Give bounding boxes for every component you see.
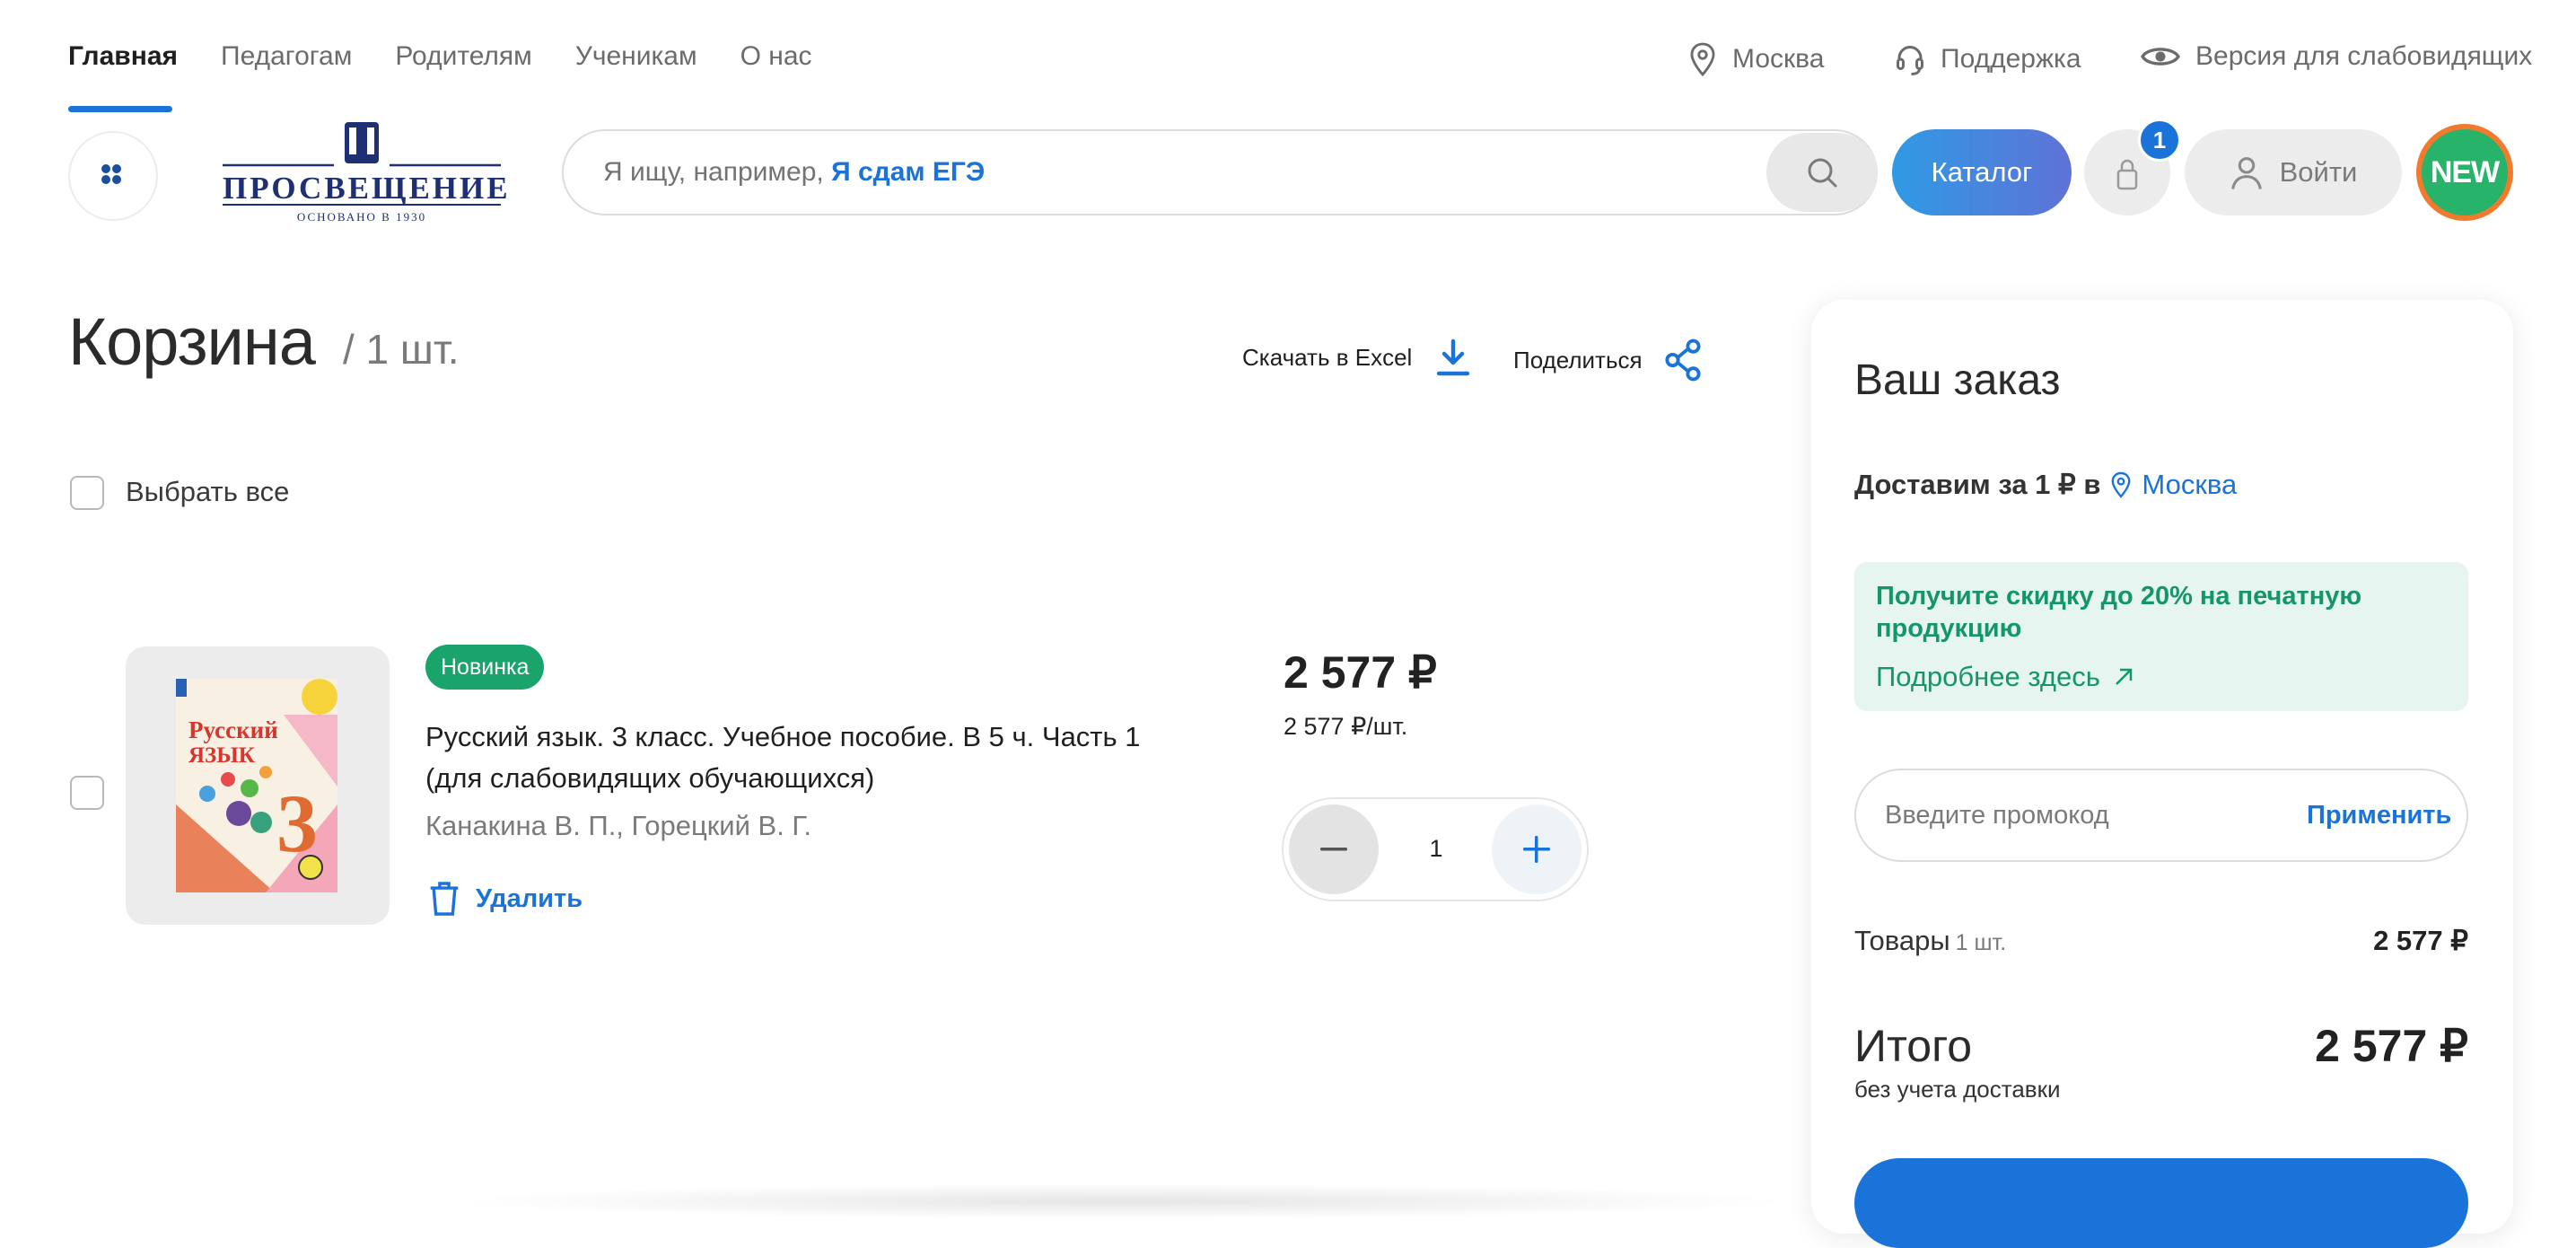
new-badge-button[interactable]: NEW	[2422, 129, 2508, 215]
download-excel-label: Скачать в Excel	[1242, 343, 1413, 371]
goods-value: 2 577 ₽	[2373, 925, 2468, 956]
search-placeholder: Я ищу, например, Я сдам ЕГЭ	[603, 157, 985, 188]
arrow-up-right-icon	[2116, 668, 2133, 685]
product-authors: Канакина В. П., Горецкий В. Г.	[425, 810, 812, 841]
headset-icon	[1897, 46, 1923, 75]
nav-home[interactable]: Главная	[68, 41, 178, 72]
increase-quantity-button[interactable]	[1492, 804, 1582, 894]
book-cover: Русский язык 3	[176, 679, 337, 892]
apps-menu-button[interactable]	[68, 131, 158, 221]
delivery-city-link[interactable]: Москва	[2142, 469, 2237, 501]
total-note: без учета доставки	[1854, 1076, 2061, 1103]
apply-promo-button[interactable]: Применить	[2307, 801, 2451, 831]
goods-label: Товары	[1854, 925, 1950, 956]
accessibility-link[interactable]: Версия для слабовидящих	[2140, 41, 2532, 72]
cover-grade: 3	[276, 778, 318, 869]
grid-dots-icon	[101, 164, 121, 184]
eye-icon	[2141, 48, 2180, 66]
catalog-button[interactable]: Каталог	[1892, 129, 2072, 215]
goods-line: Товары 1 шт.	[1854, 925, 2006, 957]
product-checkbox[interactable]	[70, 776, 104, 810]
delete-button[interactable]: Удалить	[429, 880, 583, 918]
search-placeholder-text: Я ищу, например,	[603, 157, 824, 187]
discount-details-link[interactable]: Подробнее здесь	[1876, 661, 2134, 693]
nav-students[interactable]: Ученикам	[575, 41, 697, 72]
nav-about[interactable]: О нас	[740, 41, 812, 72]
total-label: Итого	[1854, 1021, 1973, 1071]
city-label: Москва	[1732, 44, 1825, 74]
plus-icon	[1523, 836, 1550, 863]
support-link[interactable]: Поддержка	[1894, 41, 2081, 77]
delivery-info: Доставим за 1 ₽ в Москва	[1854, 469, 2237, 501]
select-all-label: Выбрать все	[126, 476, 290, 507]
cart-item-count: / 1 шт.	[343, 326, 460, 373]
download-icon	[1437, 338, 1470, 376]
bottom-shadow	[449, 1183, 1795, 1219]
user-icon	[2230, 157, 2262, 189]
select-all-checkbox[interactable]	[70, 476, 104, 510]
minus-icon	[1320, 848, 1347, 851]
cover-title-2: язык	[188, 743, 255, 768]
decrease-quantity-button[interactable]	[1289, 804, 1379, 894]
checkout-button[interactable]	[1854, 1158, 2468, 1248]
search-hint-link[interactable]: Я сдам ЕГЭ	[831, 157, 985, 187]
product-unit-price: 2 577 ₽/шт.	[1284, 713, 1408, 740]
page-title: Корзина	[68, 304, 316, 379]
trash-icon	[430, 882, 459, 916]
logo-subtitle: ОСНОВАНО В 1930	[296, 210, 427, 224]
share-label: Поделиться	[1513, 346, 1643, 374]
login-label: Войти	[2279, 156, 2358, 188]
promo-code-placeholder: Введите промокод	[1885, 801, 2109, 830]
product-title[interactable]: Русский язык. 3 класс. Учебное пособие. …	[425, 716, 1161, 799]
location-pin-icon	[1690, 42, 1715, 77]
order-title: Ваш заказ	[1854, 356, 2061, 404]
nav-parents[interactable]: Родителям	[395, 41, 531, 72]
city-selector[interactable]: Москва	[1687, 41, 1824, 77]
site-logo[interactable]: ПРОСВЕЩЕНИЕ ОСНОВАНО В 1930	[223, 115, 511, 232]
top-nav: Главная Педагогам Родителям Ученикам О н…	[68, 41, 812, 72]
search-button[interactable]	[1766, 133, 1878, 212]
total-value: 2 577 ₽	[2315, 1021, 2468, 1071]
quantity-value[interactable]: 1	[1400, 835, 1472, 863]
share-button[interactable]: Поделиться	[1513, 338, 1704, 382]
login-button[interactable]: Войти	[2185, 129, 2402, 215]
support-label: Поддержка	[1941, 44, 2081, 74]
product-price: 2 577 ₽	[1284, 647, 1437, 698]
accessibility-label: Версия для слабовидящих	[2195, 41, 2533, 71]
download-excel-button[interactable]: Скачать в Excel	[1242, 338, 1471, 377]
discount-banner-title: Получите скидку до 20% на печатную проду…	[1876, 582, 2362, 643]
nav-teachers[interactable]: Педагогам	[221, 41, 352, 72]
nav-active-indicator	[68, 106, 172, 112]
cart-count-badge: 1	[2138, 119, 2181, 162]
cover-title-1: Русский	[188, 716, 278, 743]
delete-label: Удалить	[476, 883, 583, 913]
goods-count: 1 шт.	[1955, 930, 2007, 955]
new-product-badge: Новинка	[425, 645, 545, 690]
location-pin-icon	[2112, 471, 2131, 498]
discount-details-label: Подробнее здесь	[1876, 661, 2100, 692]
search-icon	[1808, 158, 1837, 188]
logo-text: ПРОСВЕЩЕНИЕ	[223, 171, 511, 206]
delivery-text: Доставим за 1 ₽ в	[1854, 469, 2101, 500]
share-icon	[1665, 338, 1701, 382]
